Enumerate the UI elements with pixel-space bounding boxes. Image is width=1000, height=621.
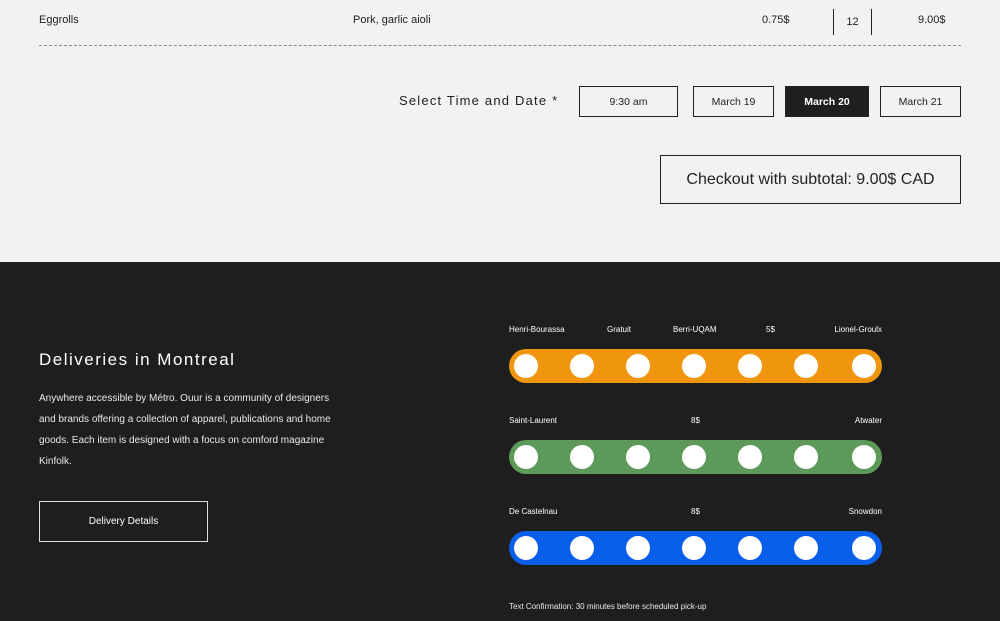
green-line-labels: Saint-Laurent 8$ Atwater — [509, 416, 882, 428]
metro-stop-button[interactable] — [570, 445, 594, 469]
deliveries-footer: Deliveries in Montreal Anywhere accessib… — [0, 262, 1000, 621]
metro-stop-button[interactable] — [626, 445, 650, 469]
date-button-march-19[interactable]: March 19 — [693, 86, 774, 117]
station-label: Lionel-Groulx — [834, 325, 882, 334]
metro-stop-button[interactable] — [852, 536, 876, 560]
order-line-row: Eggrolls Pork, garlic aioli 0.75$ 12 9.0… — [39, 0, 961, 46]
metro-stop-button[interactable] — [626, 536, 650, 560]
metro-stop-button[interactable] — [570, 536, 594, 560]
metro-stop-button[interactable] — [682, 354, 706, 378]
item-name: Eggrolls — [39, 14, 79, 26]
metro-stop-button[interactable] — [794, 354, 818, 378]
line-total: 9.00$ — [918, 14, 946, 26]
metro-stop-button[interactable] — [852, 354, 876, 378]
metro-stop-button[interactable] — [794, 445, 818, 469]
blue-line-labels: De Castelnau 8$ Snowdon — [509, 507, 882, 519]
order-section: Eggrolls Pork, garlic aioli 0.75$ 12 9.0… — [0, 0, 1000, 262]
metro-stop-button[interactable] — [682, 445, 706, 469]
metro-stop-button[interactable] — [514, 445, 538, 469]
station-label: Saint-Laurent — [509, 416, 558, 425]
metro-stop-button[interactable] — [514, 354, 538, 378]
text-confirmation-note: Text Confirmation: 30 minutes before sch… — [509, 602, 707, 611]
station-label: Snowdon — [848, 507, 882, 516]
deliveries-description: Anywhere accessible by Métro. Ouur is a … — [39, 393, 331, 467]
delivery-details-button[interactable]: Delivery Details — [39, 501, 208, 542]
metro-stop-button[interactable] — [738, 354, 762, 378]
checkout-button[interactable]: Checkout with subtotal: 9.00$ CAD — [660, 155, 961, 204]
orange-line-track — [509, 349, 882, 383]
item-description: Pork, garlic aioli — [353, 14, 431, 26]
metro-stop-button[interactable] — [570, 354, 594, 378]
metro-stop-button[interactable] — [738, 445, 762, 469]
fare-label: Gratuit — [607, 325, 632, 334]
quantity-field[interactable]: 12 — [833, 9, 872, 35]
fare-label: 8$ — [691, 416, 700, 425]
fare-label: 8$ — [691, 507, 700, 516]
metro-stop-button[interactable] — [794, 536, 818, 560]
time-select-button[interactable]: 9:30 am — [579, 86, 678, 117]
green-line-track — [509, 440, 882, 474]
fare-label: 5$ — [766, 325, 775, 334]
station-label: Atwater — [854, 416, 882, 425]
deliveries-title: Deliveries in Montreal — [39, 350, 236, 369]
orange-line-labels: Henri-Bourassa Gratuit Berri-UQAM 5$ Lio… — [509, 325, 882, 337]
metro-stop-button[interactable] — [738, 536, 762, 560]
station-label: Berri-UQAM — [673, 325, 717, 334]
metro-stop-button[interactable] — [514, 536, 538, 560]
metro-stop-button[interactable] — [626, 354, 650, 378]
select-time-date-label: Select Time and Date * — [399, 93, 559, 108]
blue-line-track — [509, 531, 882, 565]
station-label: De Castelnau — [509, 507, 558, 516]
date-button-march-21[interactable]: March 21 — [880, 86, 961, 117]
metro-stop-button[interactable] — [852, 445, 876, 469]
unit-price: 0.75$ — [762, 14, 790, 26]
metro-stop-button[interactable] — [682, 536, 706, 560]
station-label: Henri-Bourassa — [509, 325, 565, 334]
date-button-march-20[interactable]: March 20 — [785, 86, 869, 117]
